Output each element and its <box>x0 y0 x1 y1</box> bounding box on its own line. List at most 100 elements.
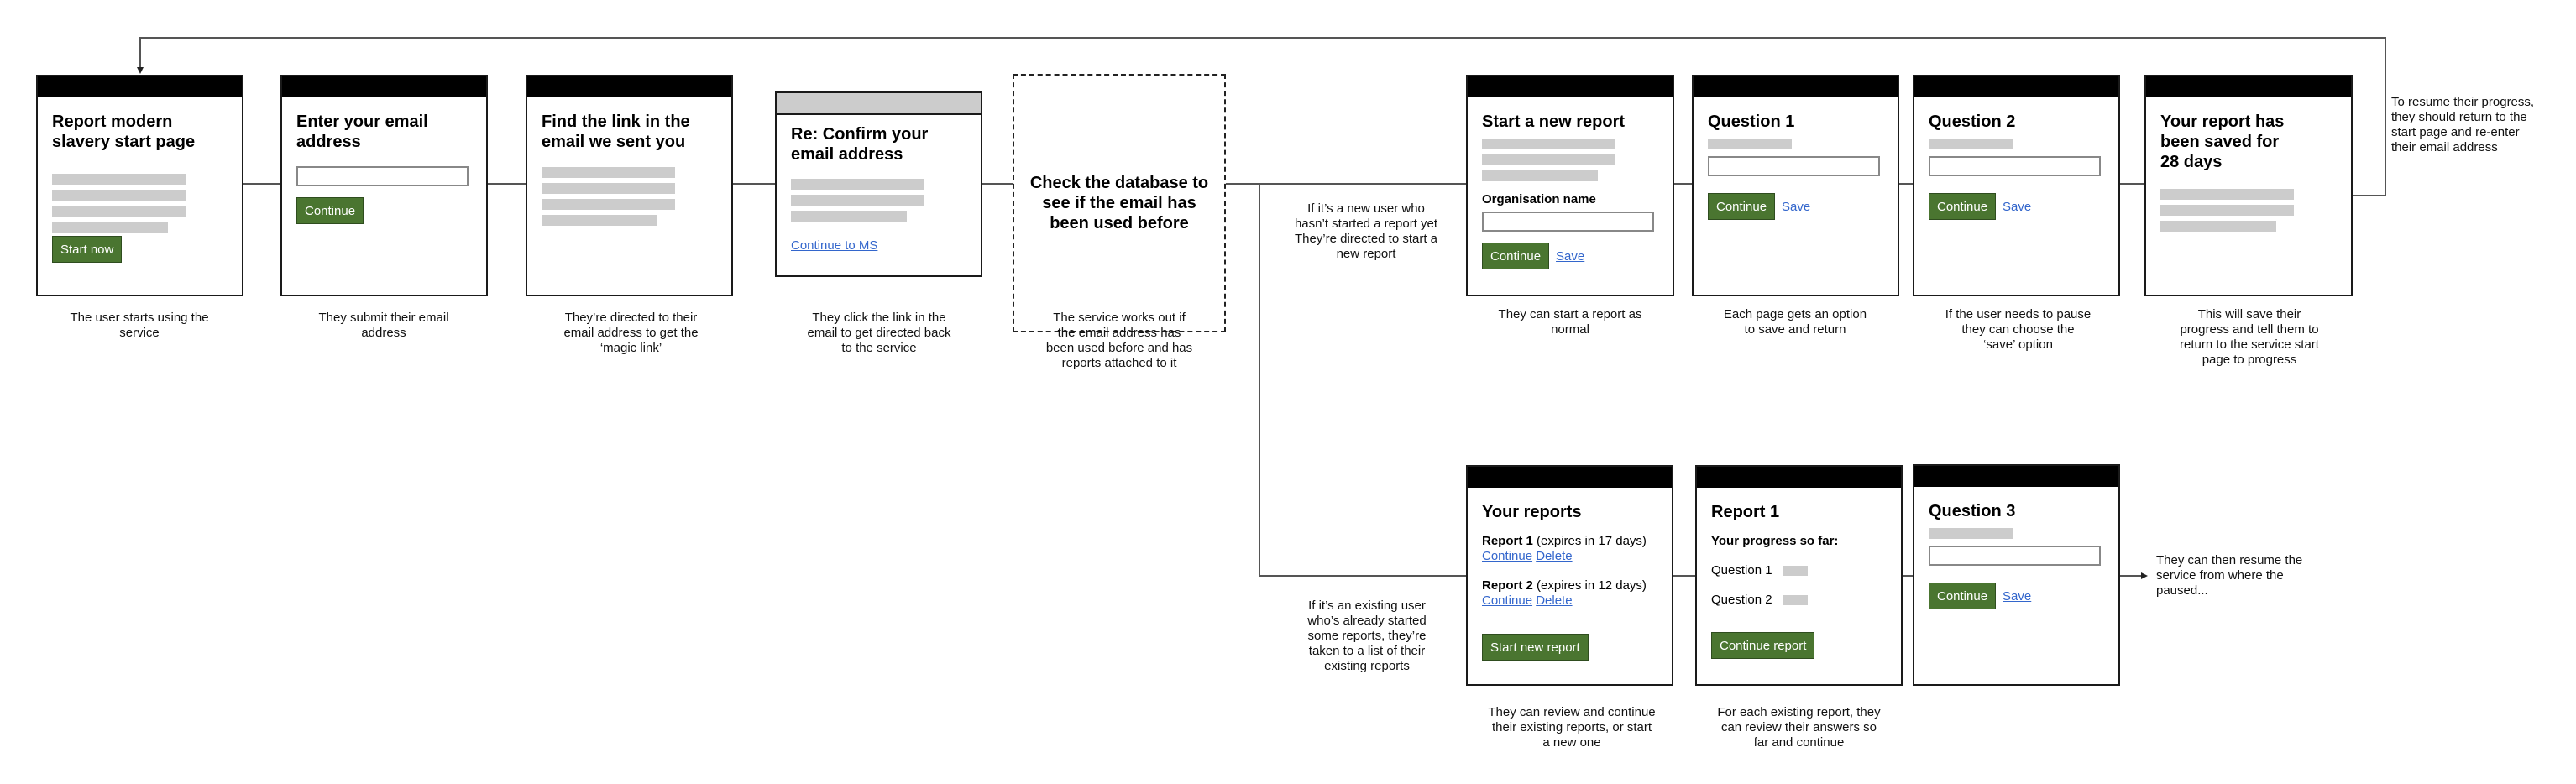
placeholder-text-line <box>1482 154 1615 165</box>
check-database-text: Check the database to see if the email h… <box>1029 174 1209 233</box>
page-header-bar <box>1697 467 1901 488</box>
delete-report-link[interactable]: Delete <box>1536 549 1572 563</box>
placeholder-text-line <box>1708 139 1792 149</box>
page-header-bar <box>1914 76 2118 97</box>
check-database-caption: The service works out if the email addre… <box>1045 311 1193 370</box>
connector-q3-to-resume <box>2120 575 2142 577</box>
start-page-title: Report modern slavery start page <box>52 112 196 151</box>
placeholder-answer <box>1782 594 1808 605</box>
page-header-bar <box>1468 76 1673 97</box>
report-1-caption: For each existing report, they can revie… <box>1717 705 1881 750</box>
organisation-name-label: Organisation name <box>1482 192 1596 206</box>
report-list-item: Report 2 (expires in 12 days) Continue D… <box>1482 578 1662 609</box>
continue-button[interactable]: Continue <box>1929 583 1997 609</box>
resume-service-note: They can then resume the service from wh… <box>2156 553 2303 598</box>
connector-report1-to-q3 <box>1903 575 1913 577</box>
placeholder-text-line <box>52 206 186 217</box>
report-name: Report 1 <box>1482 534 1533 548</box>
progress-question-label: Question 2 <box>1711 593 1772 607</box>
connector-return-top <box>139 37 2386 39</box>
enter-email-title: Enter your email address <box>296 112 428 151</box>
progress-subtitle: Your progress so far: <box>1711 534 1839 548</box>
start-page-card: Report modern slavery start page Start n… <box>36 75 243 296</box>
connector-saved-to-return <box>2353 195 2386 196</box>
question-1-caption: Each page gets an option to save and ret… <box>1723 307 1867 337</box>
placeholder-text-line <box>1929 528 2013 539</box>
find-link-caption: They’re directed to their email address … <box>563 311 699 355</box>
placeholder-text-line <box>52 222 168 233</box>
question-2-input[interactable] <box>1929 156 2101 176</box>
continue-button[interactable]: Continue <box>1929 193 1997 220</box>
question-1-input[interactable] <box>1708 156 1880 176</box>
progress-question-label: Question 1 <box>1711 563 1772 578</box>
save-link[interactable]: Save <box>1556 249 1584 264</box>
continue-button[interactable]: Continue <box>1482 243 1550 269</box>
enter-email-caption: They submit their email address <box>318 311 449 340</box>
your-reports-caption: They can review and continue their exist… <box>1488 705 1656 750</box>
report-1-title: Report 1 <box>1711 503 1780 521</box>
placeholder-text-line <box>1482 170 1598 181</box>
continue-to-ms-link[interactable]: Continue to MS <box>791 238 877 253</box>
placeholder-text-line <box>1929 139 2013 149</box>
start-new-report-card: Start a new report Organisation name Con… <box>1466 75 1674 296</box>
connector-database-to-new-report <box>1226 183 1466 185</box>
find-link-card: Find the link in the email we sent you <box>526 75 733 296</box>
placeholder-text-line <box>2160 221 2276 232</box>
save-link[interactable]: Save <box>1782 200 1810 214</box>
page-header-bar <box>282 76 486 97</box>
confirm-email-title: Re: Confirm your email address <box>791 125 929 164</box>
report-saved-card: Your report has been saved for 28 days <box>2144 75 2353 296</box>
arrow-down-icon <box>137 67 144 74</box>
start-new-report-button[interactable]: Start new report <box>1482 634 1589 661</box>
report-list-item: Report 1 (expires in 17 days) Continue D… <box>1482 534 1662 564</box>
check-database-box: Check the database to see if the email h… <box>1013 74 1226 332</box>
start-now-button[interactable]: Start now <box>52 236 123 263</box>
placeholder-text-line <box>2160 189 2294 200</box>
placeholder-text-line <box>542 215 657 226</box>
continue-button[interactable]: Continue <box>296 197 364 224</box>
question-3-input[interactable] <box>1929 546 2101 566</box>
placeholder-text-line <box>542 167 675 178</box>
connector-email-to-find-link <box>488 183 526 185</box>
connector-q1-to-q2 <box>1899 183 1913 185</box>
delete-report-link[interactable]: Delete <box>1536 593 1572 608</box>
report-expiry: (expires in 17 days) <box>1537 534 1647 548</box>
placeholder-answer <box>1782 565 1808 576</box>
progress-question-row: Question 2 <box>1711 593 1891 607</box>
resume-progress-note: To resume their progress, they should re… <box>2391 95 2535 154</box>
continue-report-link[interactable]: Continue <box>1482 549 1532 563</box>
confirm-email-caption: They click the link in the email to get … <box>807 311 951 355</box>
email-header-bar <box>777 93 981 115</box>
save-link[interactable]: Save <box>2003 200 2031 214</box>
placeholder-text-line <box>52 174 186 185</box>
progress-question-row: Question 1 <box>1711 563 1891 578</box>
your-reports-title: Your reports <box>1482 503 1582 521</box>
question-3-card: Question 3 Continue Save <box>1913 464 2120 686</box>
page-header-bar <box>1468 467 1672 488</box>
organisation-name-input[interactable] <box>1482 212 1654 232</box>
confirm-email-card: Re: Confirm your email address Continue … <box>775 91 982 277</box>
page-header-bar <box>38 76 242 97</box>
connector-new-report-to-q1 <box>1674 183 1692 185</box>
continue-report-link[interactable]: Continue <box>1482 593 1532 608</box>
continue-button[interactable]: Continue <box>1708 193 1776 220</box>
email-input[interactable] <box>296 166 469 186</box>
question-2-card: Question 2 Continue Save <box>1913 75 2120 296</box>
connector-your-reports-to-report1 <box>1673 575 1695 577</box>
report-saved-title: Your report has been saved for 28 days <box>2160 112 2285 171</box>
placeholder-text-line <box>791 211 907 222</box>
continue-report-button[interactable]: Continue report <box>1711 632 1815 659</box>
placeholder-text-line <box>52 190 186 201</box>
question-2-title: Question 2 <box>1929 112 2016 131</box>
connector-start-to-email <box>243 183 280 185</box>
start-new-report-caption: They can start a report as normal <box>1498 307 1642 337</box>
connector-branch-to-your-reports <box>1259 575 1466 577</box>
connector-find-link-to-confirm <box>733 183 775 185</box>
find-link-title: Find the link in the email we sent you <box>542 112 690 151</box>
save-link[interactable]: Save <box>2003 589 2031 604</box>
question-3-title: Question 3 <box>1929 502 2016 520</box>
arrow-right-icon <box>2141 572 2148 579</box>
enter-email-card: Enter your email address Continue <box>280 75 488 296</box>
connector-q2-to-saved <box>2120 183 2144 185</box>
your-reports-card: Your reports Report 1 (expires in 17 day… <box>1466 465 1673 686</box>
